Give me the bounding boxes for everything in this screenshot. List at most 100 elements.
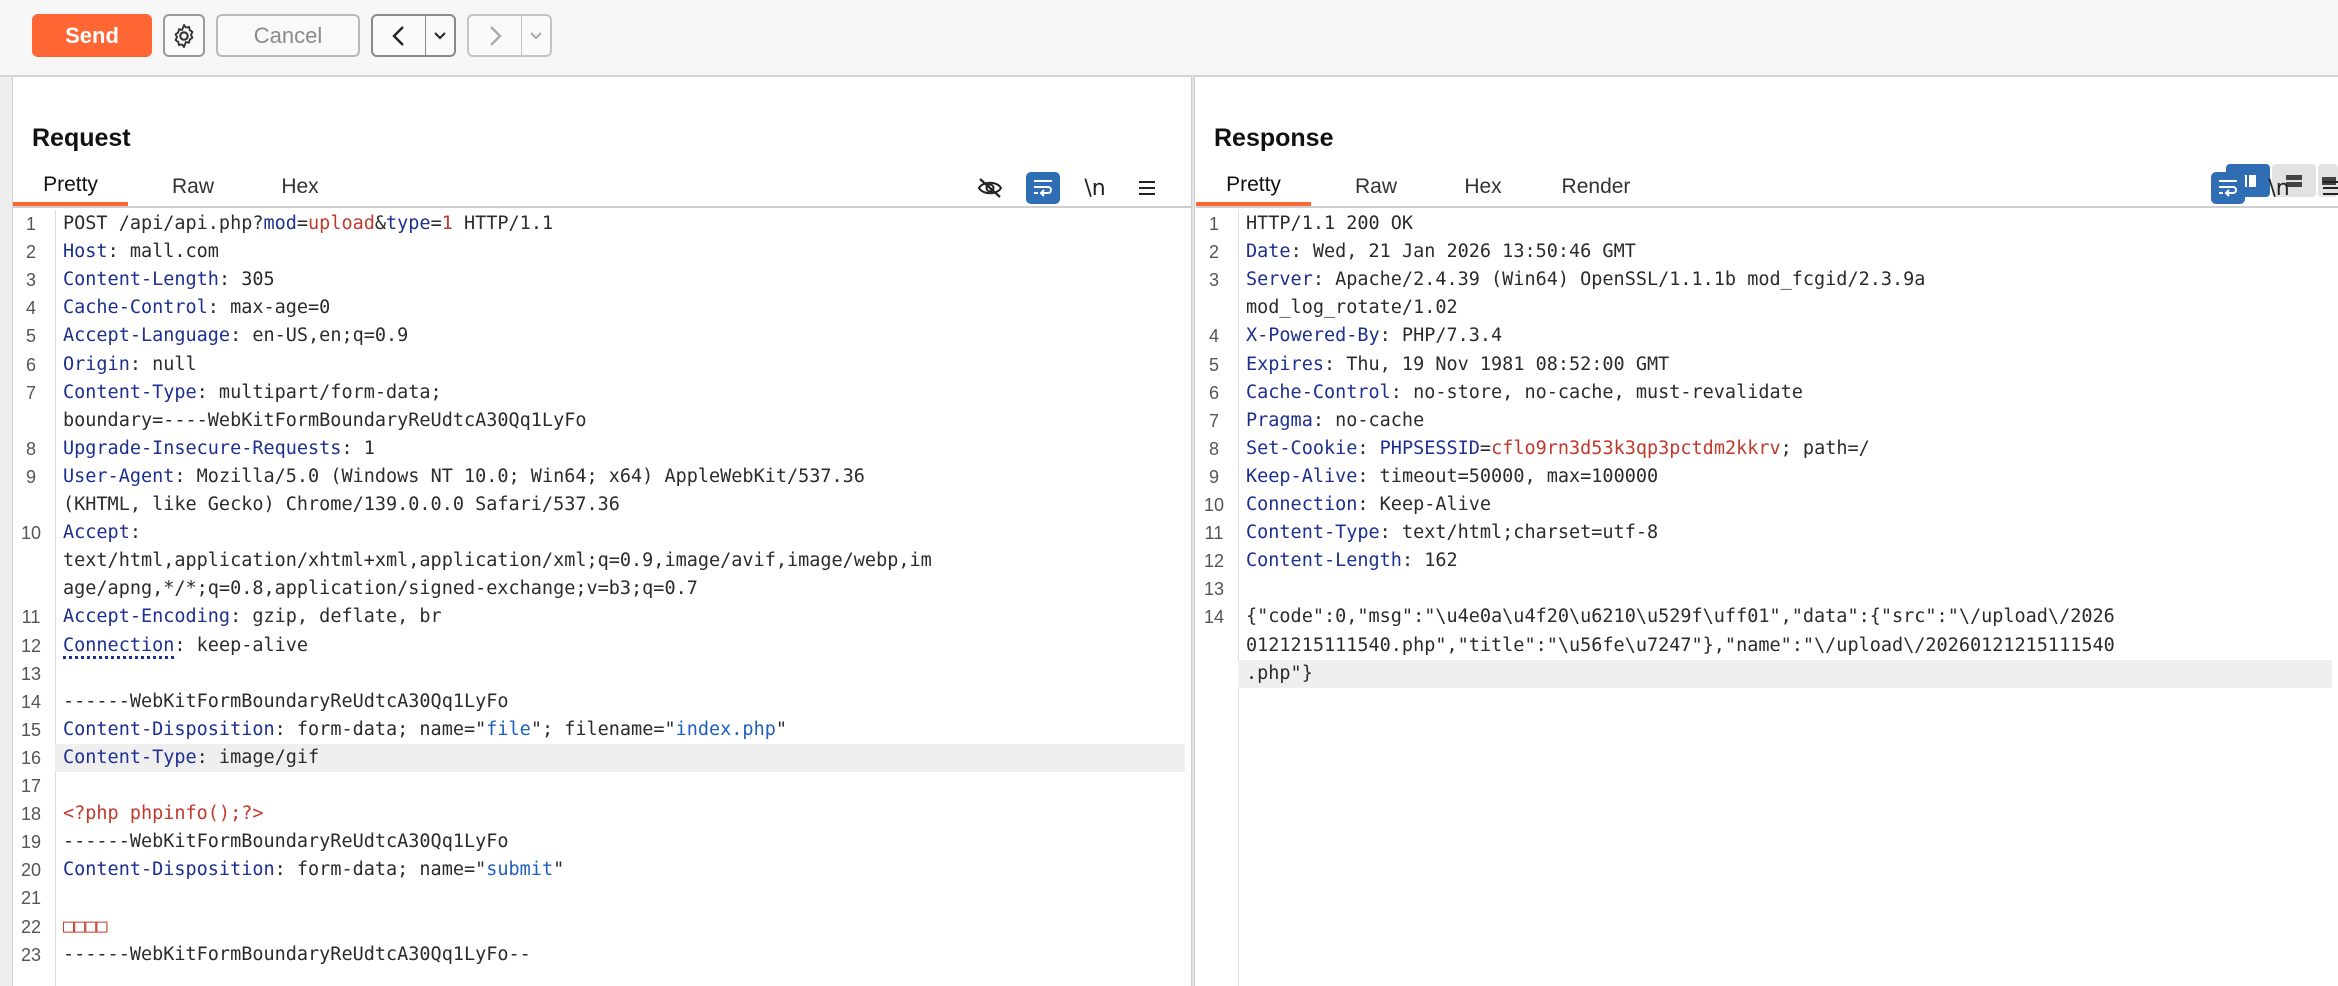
line-number: 8 [1208, 438, 1219, 459]
line-text: Pragma: no-cache [1246, 409, 1425, 431]
line-number: 2 [25, 242, 36, 263]
line-number: 7 [25, 382, 36, 403]
code-line: 2 Host: mall.com [13, 238, 1191, 266]
line-number: 9 [25, 466, 36, 487]
line-text: HTTP/1.1 200 OK [1246, 213, 1414, 234]
response-menu-button[interactable] [2314, 172, 2338, 204]
left-edge-strip [0, 0, 13, 986]
tab-raw[interactable]: Raw [1321, 168, 1431, 206]
word-wrap-button[interactable] [2211, 172, 2245, 204]
line-text: (KHTML, like Gecko) Chrome/139.0.0.0 Saf… [63, 494, 620, 515]
line-text: Content-Length: 162 [1246, 550, 1458, 572]
line-text: Connection: Keep-Alive [1246, 494, 1492, 515]
line-number: 12 [20, 635, 42, 656]
line-number: 10 [20, 523, 42, 544]
newline-icon: \n [1084, 175, 1106, 201]
code-line: 1 HTTP/1.1 200 OK [1196, 210, 2338, 238]
line-text: Set-Cookie: PHPSESSID=cflo9rn3d53k3qp3pc… [1246, 437, 1870, 459]
code-line: 10 Accept: [13, 519, 1191, 547]
code-line: 13 [13, 660, 1191, 688]
code-line: 14 {"code":0,"msg":"\u4e0a\u4f20\u6210\u5… [1196, 603, 2338, 631]
line-text: ------WebKitFormBoundaryReUdtcA30Qq1LyFo [63, 831, 509, 853]
line-text: Cache-Control: max-age=0 [63, 297, 331, 319]
hide-nonprinting-button[interactable] [973, 172, 1007, 204]
word-wrap-icon [1034, 180, 1052, 197]
line-number: 1 [25, 214, 36, 234]
tab-hex[interactable]: Hex [1428, 168, 1538, 206]
response-editor[interactable]: 1 HTTP/1.1 200 OK 2 Date: Wed, 21 Jan 2026 … [1196, 210, 2338, 986]
code-line: 3 Content-Length: 305 [13, 266, 1191, 294]
code-line: 12 Connection: keep-alive [13, 632, 1191, 660]
code-line: 3 Server: Apache/2.4.39 (Win64) OpenSSL/1… [1196, 266, 2338, 294]
request-editor[interactable]: 1 POST /api/api.php?mod=upload&type=1 HTT… [13, 210, 1191, 986]
line-number: 14 [20, 691, 42, 712]
line-number: 10 [1203, 495, 1225, 515]
code-line: 9 User-Agent: Mozilla/5.0 (Windows NT 10.… [13, 463, 1191, 491]
forward-button[interactable] [467, 14, 523, 57]
line-number: 4 [1208, 326, 1219, 347]
line-text: Expires: Thu, 19 Nov 1981 08:52:00 GMT [1246, 353, 1670, 375]
line-number: 12 [1203, 551, 1225, 572]
response-title: Response [1214, 124, 1334, 152]
line-text: User-Agent: Mozilla/5.0 (Windows NT 10.0… [63, 465, 865, 487]
line-text: {"code":0,"msg":"\u4e0a\u4f20\u6210\u529… [1246, 606, 2115, 628]
request-title: Request [32, 124, 131, 152]
code-line: 12 Content-Length: 162 [1196, 547, 2338, 575]
forward-history-dropdown[interactable] [521, 14, 552, 57]
line-text: Connection: keep-alive [63, 632, 308, 660]
line-number: 8 [25, 438, 36, 459]
line-number: 5 [25, 326, 36, 347]
code-line: 7 Content-Type: multipart/form-data; [13, 379, 1191, 407]
code-line: 8 Set-Cookie: PHPSESSID=cflo9rn3d53k3qp3p… [1196, 435, 2338, 463]
line-number: 17 [20, 776, 42, 796]
line-number: 21 [20, 888, 42, 909]
eye-off-icon [977, 178, 1003, 198]
line-number: 6 [1208, 382, 1219, 403]
line-number: 23 [20, 944, 42, 965]
line-text: X-Powered-By: PHP/7.3.4 [1246, 325, 1503, 347]
settings-button[interactable] [163, 14, 205, 57]
back-history-dropdown[interactable] [425, 14, 456, 57]
tab-render[interactable]: Render [1531, 168, 1661, 206]
hamburger-menu-icon [1139, 181, 1155, 195]
response-tabbar: Pretty Raw Hex Render \n [1196, 168, 2338, 208]
tab-raw[interactable]: Raw [138, 168, 248, 206]
code-line: 18 <?php phpinfo();?> [13, 800, 1191, 828]
back-button[interactable] [371, 14, 427, 57]
line-text: Content-Type: image/gif [63, 746, 320, 768]
code-line: mod_log_rotate/1.02 [1196, 294, 2338, 322]
send-button[interactable]: Send [32, 14, 152, 57]
code-line: 11 Content-Type: text/html;charset=utf-8 [1196, 519, 2338, 547]
code-line: 15 Content-Disposition: form-data; name="… [13, 716, 1191, 744]
code-line: 23 ------WebKitFormBoundaryReUdtcA30Qq1Ly… [13, 941, 1191, 969]
show-newlines-button[interactable]: \n [2262, 172, 2296, 204]
word-wrap-button[interactable] [1026, 172, 1060, 204]
line-text: Server: Apache/2.4.39 (Win64) OpenSSL/1.… [1246, 269, 1926, 291]
code-line: 22 □□□□ [13, 913, 1191, 941]
code-line: 4 Cache-Control: max-age=0 [13, 294, 1191, 322]
request-menu-button[interactable] [1130, 172, 1164, 204]
code-line: 5 Expires: Thu, 19 Nov 1981 08:52:00 GMT [1196, 351, 2338, 379]
request-panel: Request Pretty Raw Hex \n 1 POST /api/api… [13, 76, 1191, 986]
code-line: age/apng,*/*;q=0.8,application/signed-ex… [13, 575, 1191, 603]
line-text: Upgrade-Insecure-Requests: 1 [63, 437, 375, 459]
panel-divider[interactable] [1191, 76, 1195, 986]
code-line: 6 Origin: null [13, 351, 1191, 379]
tab-hex[interactable]: Hex [245, 168, 355, 206]
request-tabbar: Pretty Raw Hex \n [13, 168, 1191, 208]
code-line: 19 ------WebKitFormBoundaryReUdtcA30Qq1Ly… [13, 828, 1191, 856]
line-text: boundary=----WebKitFormBoundaryReUdtcA30… [63, 409, 587, 431]
code-line: 9 Keep-Alive: timeout=50000, max=100000 [1196, 463, 2338, 491]
line-text: Cache-Control: no-store, no-cache, must-… [1246, 381, 1803, 403]
tab-pretty[interactable]: Pretty [13, 168, 128, 206]
show-newlines-button[interactable]: \n [1078, 172, 1112, 204]
line-number: 18 [20, 804, 42, 825]
code-line: 14 ------WebKitFormBoundaryReUdtcA30Qq1Ly… [13, 688, 1191, 716]
line-text: Date: Wed, 21 Jan 2026 13:50:46 GMT [1246, 241, 1636, 263]
line-text: Content-Disposition: form-data; name="su… [63, 859, 565, 881]
line-number: 20 [20, 860, 42, 881]
cancel-button[interactable]: Cancel [216, 14, 360, 57]
line-text: <?php phpinfo();?> [63, 803, 264, 825]
line-number: 11 [1204, 523, 1224, 544]
tab-pretty[interactable]: Pretty [1196, 168, 1311, 206]
